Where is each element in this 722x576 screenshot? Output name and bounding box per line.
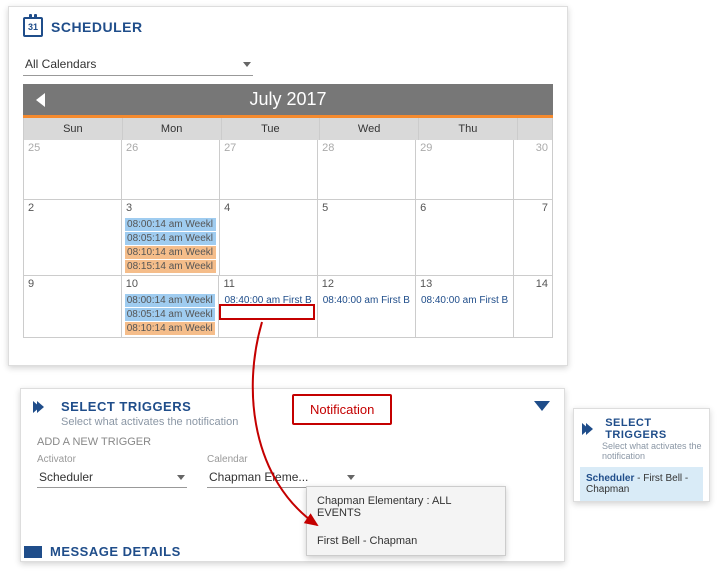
month-prev-button[interactable] (23, 84, 57, 115)
dropdown-item-first-bell[interactable]: First Bell - Chapman (307, 527, 505, 555)
double-chevron-right-icon (582, 423, 599, 435)
calendar-field: Calendar Chapman Eleme... (207, 454, 357, 488)
day-number: 13 (420, 278, 432, 290)
dow-mon: Mon (123, 118, 222, 140)
section-title: SELECT TRIGGERS (605, 417, 701, 441)
scheduler-panel: 31 SCHEDULER All Calendars July 2017 Sun… (8, 6, 568, 366)
dow-fri-cut (518, 118, 553, 140)
calendar-event[interactable]: 08:00:14 am Weekl (125, 218, 216, 231)
calendar-event[interactable]: 08:05:14 am Weekl (125, 232, 216, 245)
caret-down-icon (177, 475, 185, 480)
day-cell[interactable]: 12 08:40:00 am First B (318, 276, 416, 338)
day-cell[interactable]: 9 (24, 276, 122, 338)
section-subtitle: Select what activates the notification (602, 441, 709, 461)
calendar-event[interactable]: 08:00:14 am Weekl (125, 294, 216, 307)
month-label: July 2017 (23, 89, 553, 110)
caret-down-icon (347, 475, 355, 480)
selected-trigger-row[interactable]: Scheduler - First Bell - Chapman (580, 467, 703, 501)
calendar-grid: Sun Mon Tue Wed Thu 25 26 27 28 29 30 2 … (23, 118, 553, 338)
calendar-event[interactable]: 08:40:00 am First B (321, 294, 412, 307)
dropdown-item-all-events[interactable]: Chapman Elementary : ALL EVENTS (307, 487, 505, 527)
day-cell[interactable]: 13 08:40:00 am First B (416, 276, 514, 338)
day-cell[interactable]: 6 (416, 200, 514, 276)
calendar-event[interactable]: 08:05:14 am Weekl (125, 308, 216, 321)
day-number: 30 (536, 142, 548, 154)
day-number: 12 (322, 278, 334, 290)
scheduler-header: 31 SCHEDULER (9, 7, 567, 43)
calendar-event[interactable]: 08:15:14 am Weekl (125, 260, 216, 273)
day-cell[interactable]: 2 (24, 200, 122, 276)
day-number: 11 (223, 278, 234, 290)
day-number: 25 (28, 142, 40, 154)
day-number: 9 (28, 278, 34, 290)
day-cell[interactable]: 7 (514, 200, 553, 276)
day-number: 7 (542, 202, 548, 214)
calendar-week: 25 26 27 28 29 30 (24, 140, 553, 200)
calendar-event[interactable]: 08:10:14 am Weekl (125, 322, 216, 335)
day-number: 3 (126, 202, 132, 214)
day-number: 29 (420, 142, 432, 154)
day-cell[interactable]: 29 (416, 140, 514, 200)
day-cell[interactable]: 10 08:00:14 am Weekl 08:05:14 am Weekl 0… (122, 276, 220, 338)
day-cell[interactable]: 26 (122, 140, 220, 200)
dow-row: Sun Mon Tue Wed Thu (24, 118, 553, 140)
day-cell[interactable]: 30 (514, 140, 553, 200)
day-number: 5 (322, 202, 328, 214)
trigger-form-row: Activator Scheduler Calendar Chapman Ele… (21, 450, 564, 488)
day-cell[interactable]: 4 (220, 200, 318, 276)
day-cell[interactable]: 25 (24, 140, 122, 200)
double-chevron-right-icon (33, 401, 53, 413)
day-cell[interactable]: 28 (318, 140, 416, 200)
calendar-icon: 31 (23, 17, 43, 37)
collapse-toggle[interactable] (534, 401, 550, 411)
dow-sun: Sun (24, 118, 123, 140)
select-triggers-mini-panel: SELECT TRIGGERS Select what activates th… (573, 408, 710, 502)
annotation-label: Notification (292, 394, 392, 425)
scheduler-title: SCHEDULER (51, 19, 143, 35)
section-title: SELECT TRIGGERS (61, 399, 191, 414)
calendar-event[interactable]: 08:40:00 am First B (222, 294, 313, 307)
activator-field: Activator Scheduler (37, 454, 187, 488)
calendar-week: 9 10 08:00:14 am Weekl 08:05:14 am Weekl… (24, 276, 553, 338)
day-number: 2 (28, 202, 34, 214)
month-bar: July 2017 (23, 84, 553, 118)
day-number: 6 (420, 202, 426, 214)
calendar-event[interactable]: 08:10:14 am Weekl (125, 246, 216, 259)
day-number: 27 (224, 142, 236, 154)
envelope-icon (24, 546, 42, 558)
chevron-down-icon (534, 401, 550, 411)
add-trigger-label: ADD A NEW TRIGGER (37, 436, 548, 448)
day-cell[interactable]: 3 08:00:14 am Weekl 08:05:14 am Weekl 08… (122, 200, 220, 276)
message-details-header: MESSAGE DETAILS (24, 544, 181, 559)
field-label: Calendar (207, 454, 357, 465)
calendar-event[interactable]: 08:40:00 am First B (419, 294, 510, 307)
day-cell[interactable]: 27 (220, 140, 318, 200)
calendar-week: 2 3 08:00:14 am Weekl 08:05:14 am Weekl … (24, 200, 553, 276)
event-dropdown: Chapman Elementary : ALL EVENTS First Be… (306, 486, 506, 556)
chevron-left-icon (36, 93, 45, 107)
selected-trigger-activator: Scheduler (586, 473, 634, 484)
caret-down-icon (243, 62, 251, 67)
dow-wed: Wed (320, 118, 419, 140)
calendar-select[interactable]: Chapman Eleme... (207, 467, 357, 488)
day-number: 10 (126, 278, 138, 290)
calendars-select[interactable]: All Calendars (23, 53, 253, 76)
activator-select[interactable]: Scheduler (37, 467, 187, 488)
section-header: SELECT TRIGGERS (574, 409, 709, 441)
calendar-value: Chapman Eleme... (209, 470, 308, 484)
day-number: 26 (126, 142, 138, 154)
day-number: 28 (322, 142, 334, 154)
day-cell[interactable]: 11 08:40:00 am First B (219, 276, 317, 338)
field-label: Activator (37, 454, 187, 465)
dow-tue: Tue (222, 118, 321, 140)
day-number: 14 (536, 278, 548, 290)
day-cell[interactable]: 14 (514, 276, 553, 338)
calendars-select-value: All Calendars (25, 57, 96, 71)
activator-value: Scheduler (39, 470, 93, 484)
day-cell[interactable]: 5 (318, 200, 416, 276)
message-details-title: MESSAGE DETAILS (50, 544, 181, 559)
dow-thu: Thu (419, 118, 518, 140)
day-number: 4 (224, 202, 230, 214)
